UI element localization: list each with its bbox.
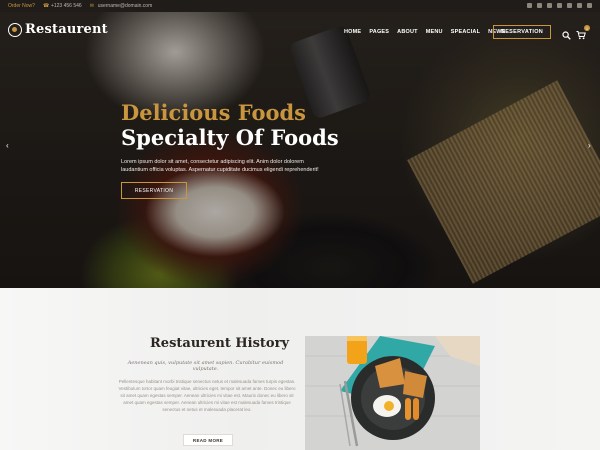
- main-nav: HOME PAGES ABOUT MENU SPEACIAL NEWS: [344, 29, 505, 35]
- nav-item-pages[interactable]: PAGES: [369, 29, 389, 35]
- email-address: username@domain.com: [97, 3, 153, 9]
- hero-description: Lorem ipsum dolor sit amet, consectetur …: [121, 159, 319, 173]
- nav-item-speacial[interactable]: SPEACIAL: [451, 29, 480, 35]
- hero-title-line2: Specialty Of Foods: [121, 125, 339, 150]
- phone-number: +123 456 546: [50, 3, 82, 9]
- breakfast-photo: [305, 336, 480, 450]
- history-quote: Aenenean quis, vulputate sit amet sapien…: [127, 360, 284, 372]
- reservation-button[interactable]: RESERVATION: [493, 25, 551, 39]
- pinterest-icon[interactable]: [547, 3, 552, 8]
- nav-item-home[interactable]: HOME: [344, 29, 361, 35]
- hero-reservation-button[interactable]: RESERVATION: [121, 182, 187, 199]
- hero-banner: [0, 12, 600, 288]
- order-now-item: Order Now?: [8, 3, 35, 9]
- youtube-icon[interactable]: [577, 3, 582, 8]
- cart-count-badge: 1: [584, 25, 590, 31]
- logo-text: Restaurent: [25, 22, 108, 37]
- logo-icon: [8, 22, 22, 37]
- cart-icon[interactable]: 1: [576, 25, 590, 40]
- site-logo[interactable]: Restaurent: [8, 22, 108, 37]
- history-title: Restaurent History: [150, 336, 289, 351]
- google-plus-icon[interactable]: [557, 3, 562, 8]
- slider-next-icon[interactable]: ›: [588, 142, 596, 150]
- order-label: Order Now?: [8, 3, 35, 9]
- social-links: [527, 3, 592, 8]
- top-bar: Order Now? ☎ +123 456 546 ✉ username@dom…: [0, 0, 600, 12]
- slider-prev-icon[interactable]: ‹: [6, 142, 14, 150]
- facebook-icon[interactable]: [537, 3, 542, 8]
- read-more-button[interactable]: READ MORE: [183, 434, 233, 446]
- phone-icon: ☎: [42, 2, 50, 9]
- nav-item-menu[interactable]: MENU: [426, 29, 443, 35]
- history-body: Pellentesque habitant morbi tristique se…: [118, 379, 296, 412]
- history-section: [0, 288, 600, 450]
- hero-title-line1: Delicious Foods: [121, 100, 306, 125]
- twitter-icon[interactable]: [527, 3, 532, 8]
- nav-item-about[interactable]: ABOUT: [397, 29, 418, 35]
- vimeo-icon[interactable]: [587, 3, 592, 8]
- pasta-image: [407, 80, 600, 284]
- instagram-icon[interactable]: [567, 3, 572, 8]
- phone-item[interactable]: ☎ +123 456 546: [43, 3, 82, 9]
- envelope-icon: ✉: [89, 2, 94, 9]
- search-icon[interactable]: [562, 27, 571, 40]
- email-item[interactable]: ✉ username@domain.com: [90, 3, 153, 9]
